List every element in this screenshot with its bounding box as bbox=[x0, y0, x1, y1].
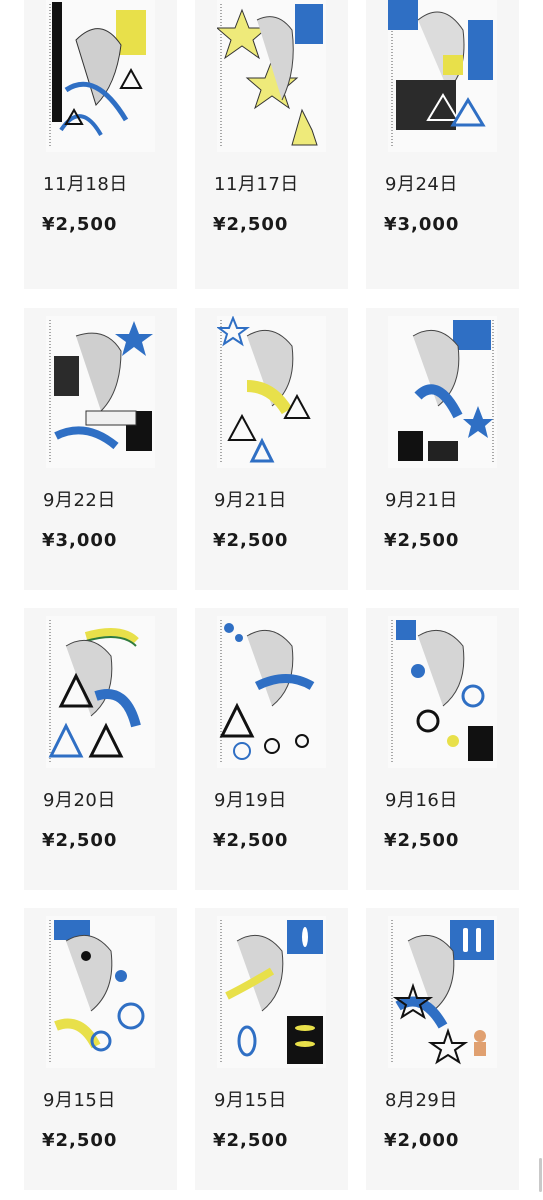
artwork-thumbnail[interactable] bbox=[46, 916, 155, 1068]
product-card[interactable]: 9月15日 ¥2,500 bbox=[24, 908, 177, 1190]
product-card[interactable]: 9月19日 ¥2,500 bbox=[195, 608, 348, 890]
product-date: 9月16日 bbox=[385, 790, 458, 811]
product-date: 9月15日 bbox=[214, 1090, 287, 1111]
product-price: ¥2,500 bbox=[213, 214, 289, 235]
artwork-thumbnail[interactable] bbox=[217, 0, 326, 152]
scrollbar[interactable] bbox=[539, 1158, 542, 1192]
artwork-thumbnail[interactable] bbox=[388, 616, 497, 768]
product-price: ¥2,500 bbox=[213, 1130, 289, 1151]
product-date: 9月24日 bbox=[385, 174, 458, 195]
artwork-thumbnail[interactable] bbox=[46, 0, 155, 152]
artwork-thumbnail[interactable] bbox=[388, 916, 497, 1068]
product-date: 9月20日 bbox=[43, 790, 116, 811]
product-card[interactable]: 11月18日 ¥2,500 bbox=[24, 0, 177, 289]
product-price: ¥2,500 bbox=[42, 830, 118, 851]
product-card[interactable]: 9月20日 ¥2,500 bbox=[24, 608, 177, 890]
product-price: ¥3,000 bbox=[384, 214, 460, 235]
product-price: ¥2,500 bbox=[213, 530, 289, 551]
product-price: ¥2,500 bbox=[42, 214, 118, 235]
product-card[interactable]: 9月16日 ¥2,500 bbox=[366, 608, 519, 890]
product-card[interactable]: 9月21日 ¥2,500 bbox=[366, 308, 519, 590]
product-price: ¥2,000 bbox=[384, 1130, 460, 1151]
product-card[interactable]: 9月21日 ¥2,500 bbox=[195, 308, 348, 590]
artwork-thumbnail[interactable] bbox=[46, 316, 155, 468]
product-price: ¥2,500 bbox=[384, 530, 460, 551]
artwork-thumbnail[interactable] bbox=[217, 616, 326, 768]
product-price: ¥2,500 bbox=[42, 1130, 118, 1151]
artwork-thumbnail[interactable] bbox=[46, 616, 155, 768]
product-date: 9月21日 bbox=[385, 490, 458, 511]
product-date: 9月21日 bbox=[214, 490, 287, 511]
product-card[interactable]: 9月15日 ¥2,500 bbox=[195, 908, 348, 1190]
product-card[interactable]: 8月29日 ¥2,000 bbox=[366, 908, 519, 1190]
product-price: ¥2,500 bbox=[213, 830, 289, 851]
artwork-thumbnail[interactable] bbox=[388, 316, 497, 468]
product-date: 9月19日 bbox=[214, 790, 287, 811]
product-date: 8月29日 bbox=[385, 1090, 458, 1111]
product-card[interactable]: 11月17日 ¥2,500 bbox=[195, 0, 348, 289]
product-date: 9月15日 bbox=[43, 1090, 116, 1111]
product-date: 11月18日 bbox=[43, 174, 128, 195]
product-card[interactable]: 9月22日 ¥3,000 bbox=[24, 308, 177, 590]
artwork-thumbnail[interactable] bbox=[388, 0, 497, 152]
product-date: 9月22日 bbox=[43, 490, 116, 511]
product-card[interactable]: 9月24日 ¥3,000 bbox=[366, 0, 519, 289]
artwork-thumbnail[interactable] bbox=[217, 316, 326, 468]
product-price: ¥3,000 bbox=[42, 530, 118, 551]
product-date: 11月17日 bbox=[214, 174, 299, 195]
product-price: ¥2,500 bbox=[384, 830, 460, 851]
artwork-thumbnail[interactable] bbox=[217, 916, 326, 1068]
